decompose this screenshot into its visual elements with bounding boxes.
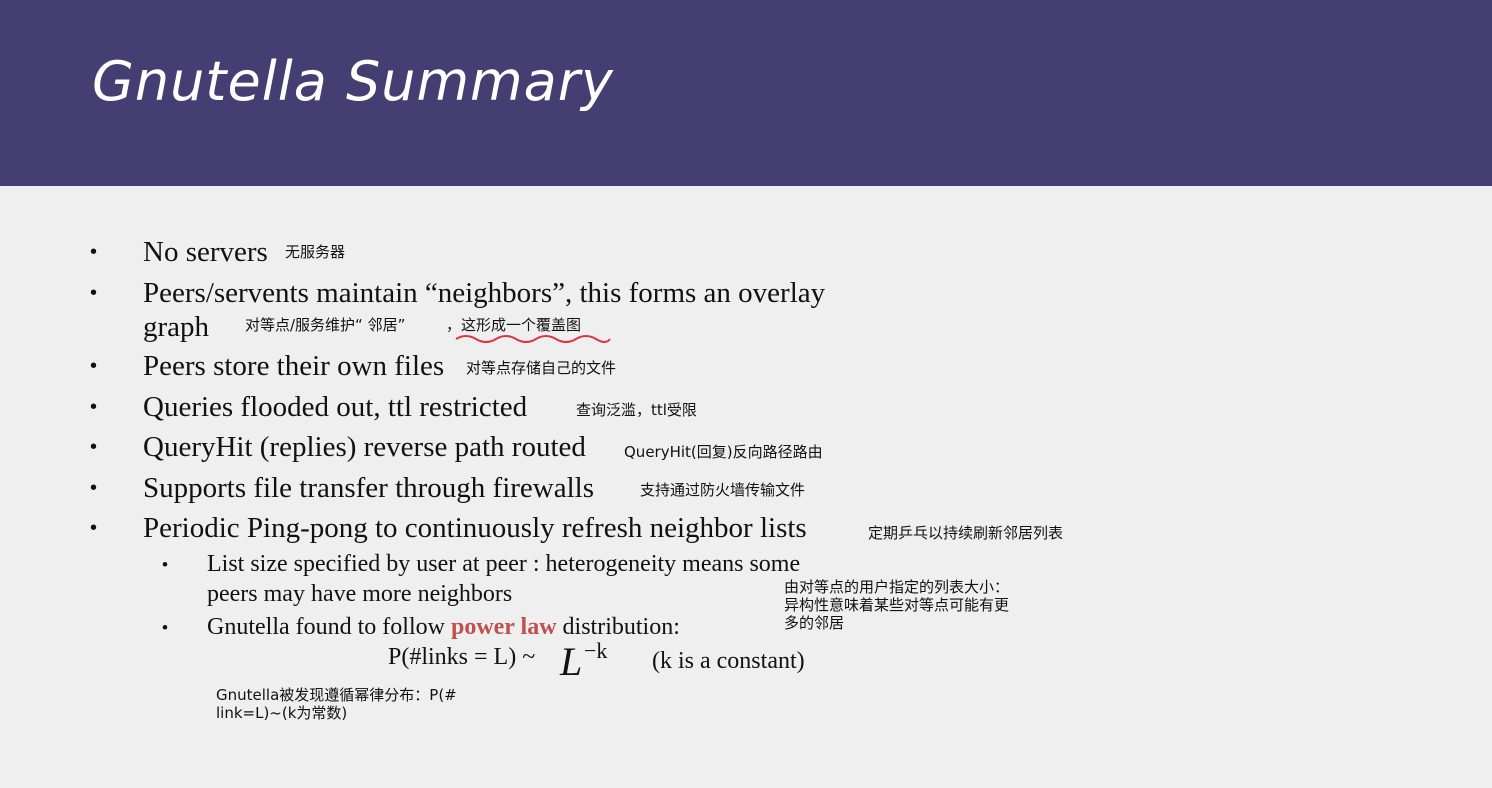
- bullet-note-firewalls: 支持通过防火墙传输文件: [640, 481, 806, 499]
- formula-base: L: [560, 639, 583, 684]
- note-line: 多的邻居: [784, 614, 845, 632]
- bullet-text-queries: Queries flooded out, ttl restricted: [143, 391, 528, 423]
- sub-bullet-text-power-law: Gnutella found to follow power law distr…: [207, 614, 680, 641]
- bullet-icon: •: [90, 517, 98, 539]
- bullet-text-ping-pong: Periodic Ping-pong to continuously refre…: [143, 512, 807, 544]
- slide-title: Gnutella Summary: [92, 50, 614, 113]
- sub-bullet-text-list-size-line1: List size specified by user at peer : he…: [207, 551, 801, 577]
- bullet-icon: •: [90, 436, 98, 458]
- bullet-text-neighbors-line1: Peers/servents maintain “neighbors”, thi…: [143, 277, 826, 309]
- text-segment: distribution:: [556, 614, 680, 640]
- note-line: Gnutella被发现遵循幂律分布：P(#: [216, 686, 457, 704]
- bullet-icon: •: [90, 241, 98, 263]
- bullet-note-queryhit: QueryHit(回复)反向路径路由: [624, 443, 823, 461]
- bullet-note-neighbors-a: 对等点/服务维护“ 邻居”: [245, 316, 406, 334]
- formula-left: P(#links = L) ~: [388, 644, 536, 670]
- bullet-icon: •: [90, 477, 98, 499]
- bullet-icon: •: [90, 355, 98, 377]
- sub-bullet-text-list-size-line2: peers may have more neighbors: [207, 581, 513, 607]
- bullet-text-neighbors-line2: graph: [143, 311, 210, 343]
- bullet-note-store-files: 对等点存储自己的文件: [466, 359, 617, 377]
- bullet-text-firewalls: Supports file transfer through firewalls: [143, 472, 595, 504]
- bullet-icon: •: [90, 396, 98, 418]
- wavy-underline: [455, 335, 611, 343]
- note-line: link=L)~(k为常数): [216, 704, 348, 722]
- bullet-note-no-servers: 无服务器: [285, 243, 346, 261]
- bullet-note-neighbors-b: ，这形成一个覆盖图: [446, 316, 582, 334]
- note-line: 由对等点的用户指定的列表大小：: [784, 578, 1010, 596]
- sub-bullet-note-list-size: 由对等点的用户指定的列表大小： 异构性意味着某些对等点可能有更 多的邻居: [784, 578, 1009, 632]
- sub-bullet-icon: •: [162, 618, 168, 637]
- power-law-highlight: power law: [450, 614, 557, 640]
- formula-note: (k is a constant): [652, 648, 805, 674]
- bullet-text-no-servers: No servers: [143, 236, 268, 268]
- bullet-text-queryhit: QueryHit (replies) reverse path routed: [143, 431, 586, 463]
- bullet-note-queries: 查询泛滥，ttl受限: [576, 401, 697, 419]
- formula-exponent: −k: [584, 638, 608, 663]
- bullet-text-store-files: Peers store their own files: [143, 350, 445, 382]
- bullet-note-ping-pong: 定期乒乓以持续刷新邻居列表: [868, 524, 1064, 542]
- bullet-icon: •: [90, 282, 98, 304]
- text-segment: Gnutella found to follow: [207, 614, 451, 640]
- note-line: 异构性意味着某些对等点可能有更: [784, 596, 1010, 614]
- sub-bullet-icon: •: [162, 555, 168, 574]
- formula-note-cn: Gnutella被发现遵循幂律分布：P(# link=L)~(k为常数): [216, 686, 457, 722]
